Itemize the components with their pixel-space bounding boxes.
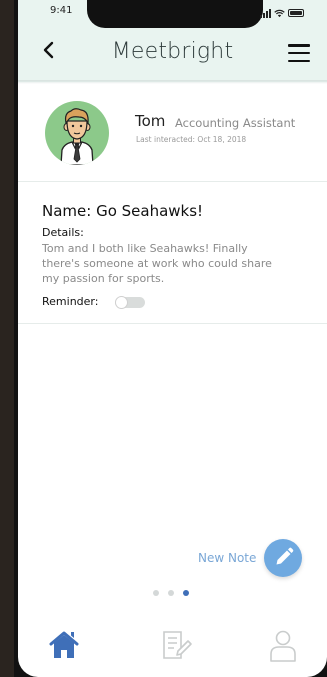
page-indicator xyxy=(153,590,189,596)
page-dot-active[interactable] xyxy=(183,590,189,596)
reminder-label: Reminder: xyxy=(42,295,99,308)
note-name: Name: Go Seahawks! xyxy=(42,202,204,220)
header-shadow xyxy=(18,80,327,84)
status-icons xyxy=(260,7,304,19)
contact-name: Tom xyxy=(135,112,166,130)
new-note-label[interactable]: New Note xyxy=(198,551,256,565)
notch xyxy=(87,0,263,28)
tab-profile[interactable] xyxy=(263,625,303,665)
hamburger-menu-icon[interactable] xyxy=(288,44,310,62)
last-interacted: Last interacted: Oct 18, 2018 xyxy=(136,135,247,144)
phone-screen: 9:41 Meetbright Tom Accounting Assistant… xyxy=(18,0,327,677)
profile-icon xyxy=(270,630,296,662)
tab-notes[interactable] xyxy=(155,625,195,665)
status-time: 9:41 xyxy=(50,5,73,16)
details-label: Details: xyxy=(42,226,84,239)
notes-icon xyxy=(163,631,192,659)
contact-profile[interactable]: Tom Accounting Assistant Last interacted… xyxy=(18,86,327,182)
new-note-button[interactable] xyxy=(264,539,302,577)
app-title: Meetbright xyxy=(111,39,234,64)
toggle-knob xyxy=(115,296,128,309)
top-area: 9:41 Meetbright xyxy=(18,0,327,82)
page-dot[interactable] xyxy=(168,590,174,596)
signal-icon xyxy=(260,8,271,18)
wifi-icon xyxy=(274,9,285,17)
battery-icon xyxy=(288,9,304,17)
contact-role: Accounting Assistant xyxy=(175,116,296,130)
page-dot[interactable] xyxy=(153,590,159,596)
details-text: Tom and I both like Seahawks! Finally th… xyxy=(42,242,272,285)
avatar xyxy=(45,101,109,165)
note-card[interactable]: Name: Go Seahawks! Details: Tom and I bo… xyxy=(18,183,327,324)
person-avatar-icon xyxy=(60,108,94,165)
home-icon xyxy=(49,631,79,658)
reminder-toggle[interactable] xyxy=(115,296,145,309)
app-header: Meetbright xyxy=(18,30,327,80)
tab-bar xyxy=(18,619,327,677)
pencil-icon xyxy=(276,547,294,565)
tab-home[interactable] xyxy=(44,625,84,665)
status-bar: 9:41 xyxy=(18,0,327,28)
